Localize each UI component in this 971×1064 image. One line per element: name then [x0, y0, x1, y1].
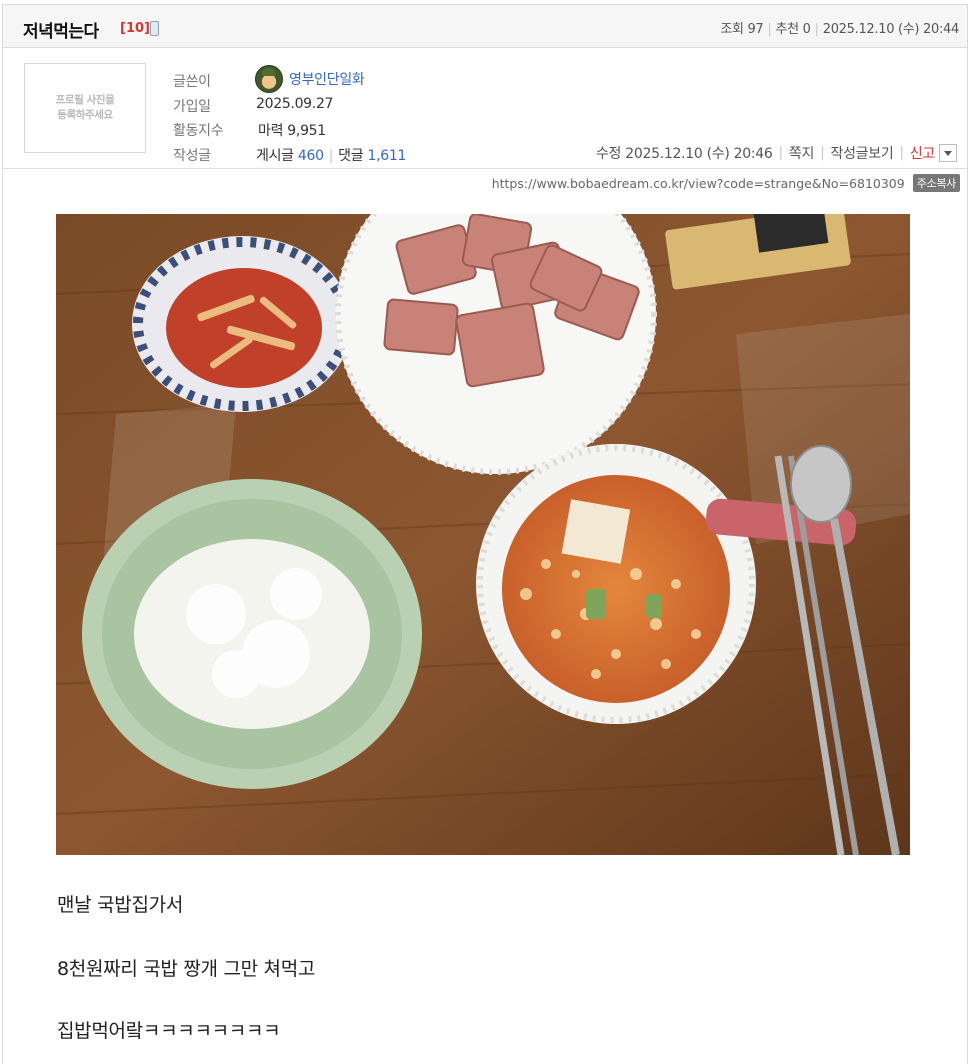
chevron-down-icon[interactable]: [939, 144, 957, 162]
post-url-row: https://www.bobaedream.co.kr/view?code=s…: [492, 174, 960, 192]
comments-count[interactable]: 1,611: [367, 148, 406, 164]
edited-datetime: 수정 2025.12.10 (수) 20:46: [595, 146, 773, 162]
post-body-line-1: 맨날 국밥집가서: [57, 894, 184, 916]
message-link[interactable]: 쪽지: [789, 143, 814, 163]
post-actions: 수정 2025.12.10 (수) 20:46 | 쪽지 | 작성글보기 | 신고: [596, 143, 957, 163]
comment-count-badge[interactable]: [10]: [120, 21, 150, 36]
posts-count[interactable]: 460: [298, 148, 324, 164]
joined-label: 가입일: [173, 99, 211, 115]
post-url[interactable]: https://www.bobaedream.co.kr/view?code=s…: [492, 176, 905, 191]
post-body-line-2: 8천원짜리 국밥 짱개 그만 쳐먹고: [57, 958, 316, 980]
joined-date: 2025.09.27: [256, 96, 334, 112]
activity-value: 마력 9,951: [258, 123, 326, 139]
post-meta: 조회 97 | 추천 0 | 2025.12.10 (수) 20:44: [720, 22, 960, 37]
author-info: 프로필 사진을 등록하주세요 글쓴이 영부인단일화 가입일 2025.09.27…: [3, 49, 967, 169]
report-link[interactable]: 신고: [910, 143, 935, 163]
copy-url-button[interactable]: 주소복사: [912, 174, 960, 192]
author-nickname[interactable]: 영부인단일화: [289, 69, 365, 89]
avatar[interactable]: [255, 65, 283, 93]
recommend-count: 추천 0: [775, 22, 811, 37]
post-stats: 게시글 460 | 댓글 1,611: [256, 148, 407, 164]
post-photo: [56, 214, 910, 855]
comments-count-label: 댓글: [338, 148, 364, 164]
activity-label: 활동지수: [173, 123, 224, 139]
writer-label: 글쓴이: [173, 74, 211, 90]
mobile-icon: [150, 21, 159, 36]
post-header: 저녁먹는다 [10] 조회 97 | 추천 0 | 2025.12.10 (수) 20:…: [3, 5, 967, 48]
profile-placeholder-text: 프로필 사진을 등록하주세요: [55, 94, 115, 121]
post-body-line-3: 집밥먹어랔ㅋㅋㅋㅋㅋㅋㅋㅋ: [57, 1020, 281, 1042]
view-count: 조회 97: [720, 22, 764, 37]
posts-label: 작성글: [173, 148, 211, 164]
posts-count-label: 게시글: [256, 148, 294, 164]
post-title: 저녁먹는다: [23, 22, 99, 42]
post-datetime: 2025.12.10 (수) 20:44: [822, 22, 960, 37]
profile-photo-placeholder: 프로필 사진을 등록하주세요: [24, 63, 146, 153]
view-posts-link[interactable]: 작성글보기: [831, 143, 894, 163]
